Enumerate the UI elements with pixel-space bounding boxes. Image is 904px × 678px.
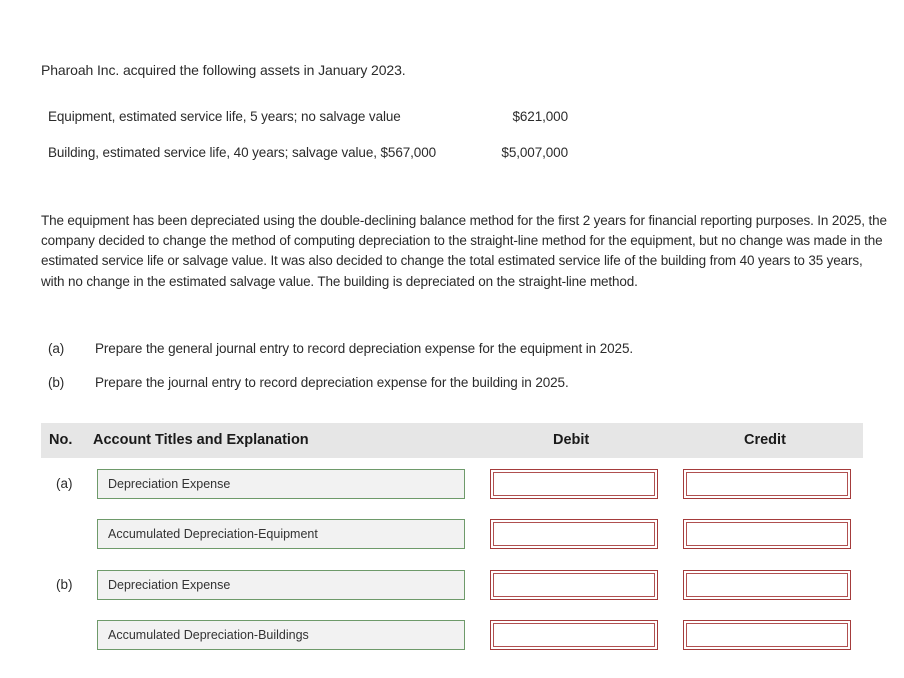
- debit-input[interactable]: [493, 522, 655, 546]
- debit-field[interactable]: [490, 519, 658, 549]
- account-field[interactable]: Accumulated Depreciation-Buildings: [97, 620, 465, 650]
- task-label: (b): [48, 375, 65, 390]
- credit-field[interactable]: [683, 469, 851, 499]
- credit-input[interactable]: [686, 472, 848, 496]
- debit-field[interactable]: [490, 570, 658, 600]
- credit-input[interactable]: [686, 573, 848, 597]
- header-credit: Credit: [744, 432, 786, 448]
- task-text: Prepare the general journal entry to rec…: [95, 341, 634, 356]
- task-text: Prepare the journal entry to record depr…: [95, 375, 569, 390]
- asset-value: $5,007,000: [501, 145, 568, 160]
- intro-text: Pharoah Inc. acquired the following asse…: [41, 62, 406, 78]
- debit-field[interactable]: [490, 620, 658, 650]
- header-no: No.: [49, 432, 73, 448]
- credit-input[interactable]: [686, 623, 848, 647]
- debit-input[interactable]: [493, 472, 655, 496]
- journal-table-header: No. Account Titles and Explanation Debit…: [41, 423, 863, 458]
- asset-label: Equipment, estimated service life, 5 yea…: [48, 109, 401, 124]
- account-field[interactable]: Depreciation Expense: [97, 570, 465, 600]
- credit-field[interactable]: [683, 620, 851, 650]
- header-account: Account Titles and Explanation: [93, 432, 309, 448]
- asset-value: $621,000: [512, 109, 568, 124]
- problem-paragraph: The equipment has been depreciated using…: [41, 213, 887, 289]
- debit-input[interactable]: [493, 573, 655, 597]
- credit-input[interactable]: [686, 522, 848, 546]
- asset-label: Building, estimated service life, 40 yea…: [48, 145, 437, 160]
- account-field[interactable]: Accumulated Depreciation-Equipment: [97, 519, 465, 549]
- task-label: (a): [48, 341, 65, 356]
- credit-field[interactable]: [683, 519, 851, 549]
- credit-field[interactable]: [683, 570, 851, 600]
- debit-field[interactable]: [490, 469, 658, 499]
- header-debit: Debit: [553, 432, 590, 448]
- debit-input[interactable]: [493, 623, 655, 647]
- account-field[interactable]: Depreciation Expense: [97, 469, 465, 499]
- entry-no: (b): [56, 577, 73, 592]
- entry-no: (a): [56, 476, 73, 491]
